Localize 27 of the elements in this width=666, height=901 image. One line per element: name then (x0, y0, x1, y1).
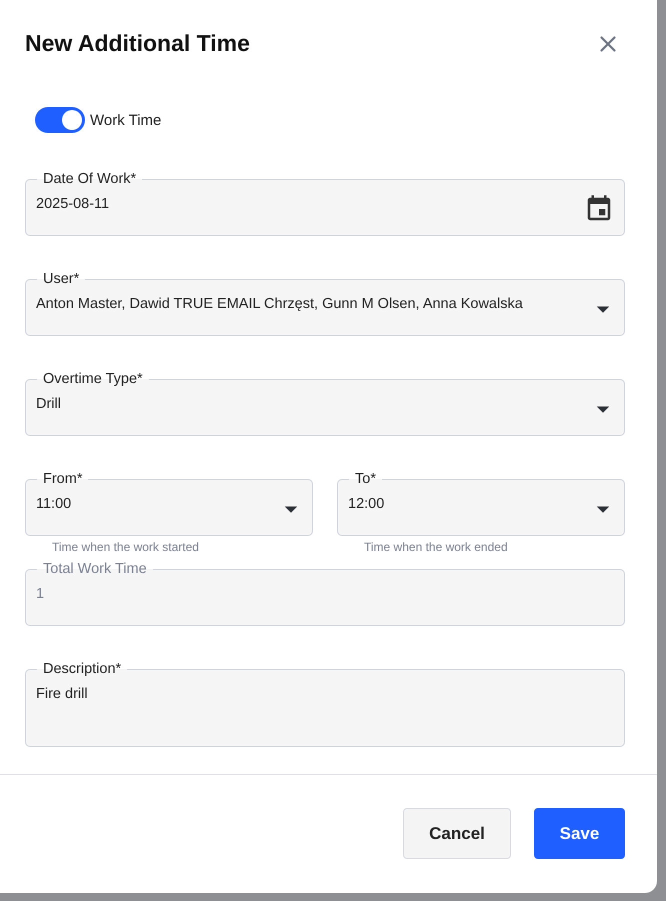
helper-text: Time when the work ended (364, 540, 509, 554)
field-label: Overtime Type* (42, 371, 144, 387)
field-value: Fire drill (36, 686, 88, 702)
dialog-title: New Additional Time (25, 30, 250, 57)
dropdown-field[interactable]: From* 11:00 (25, 471, 313, 536)
field-label: User* (42, 271, 80, 287)
dropdown-field[interactable]: User* Anton Master, Dawid TRUE EMAIL Chrzęst, Gunn M Olsen, Anna Kowalska (25, 271, 625, 336)
dropdown-field[interactable]: Overtime Type* Drill (25, 371, 625, 436)
date-field[interactable]: Date Of Work* 2025-08-11 (25, 171, 625, 236)
cancel-button[interactable]: Cancel (403, 808, 511, 859)
input-field[interactable]: Description* Fire drill (25, 661, 625, 747)
field-value: 1 (36, 586, 44, 602)
field-value: 11:00 (36, 496, 72, 512)
dropdown-field[interactable]: To* 12:00 (337, 471, 625, 536)
field-value: Anton Master, Dawid TRUE EMAIL Chrzęst, Gunn M Olsen, Anna Kowalska (36, 296, 523, 312)
field-label: Description* (42, 661, 122, 677)
field-label: Total Work Time (42, 561, 148, 577)
field-value: 12:00 (348, 496, 384, 512)
toggle-switch[interactable] (35, 107, 85, 133)
toggle-label: Work Time (90, 112, 162, 128)
save-button[interactable]: Save (534, 808, 625, 859)
field-value: Drill (36, 396, 61, 412)
field-label: To* (354, 471, 377, 487)
field-value: 2025-08-11 (36, 196, 110, 212)
helper-text: Time when the work started (52, 540, 200, 554)
field-label: From* (42, 471, 84, 487)
field-label: Date Of Work* (42, 171, 138, 187)
